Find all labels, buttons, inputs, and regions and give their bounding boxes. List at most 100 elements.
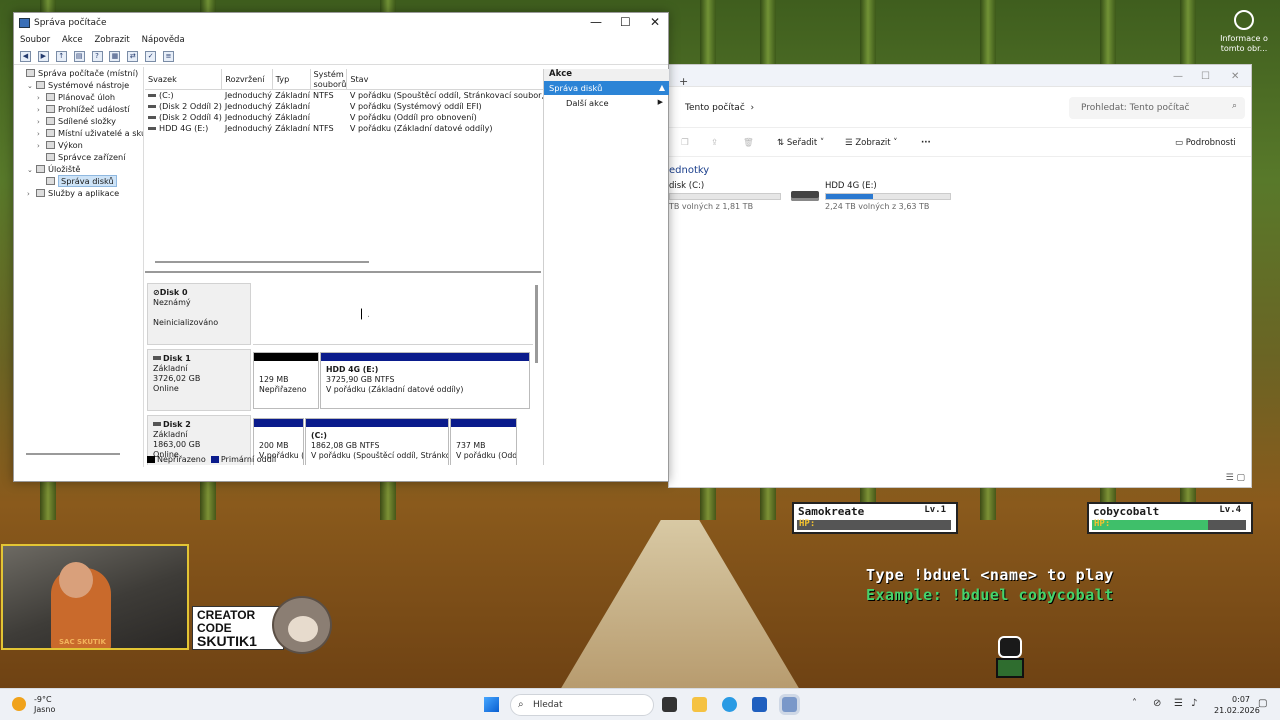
menu-file[interactable]: Soubor (20, 35, 50, 45)
player-hp-box: Samokreate Lv.1 HP: (792, 502, 958, 534)
volume-row[interactable]: (Disk 2 Oddíl 2) Jednoduchý Základní V pořá… (145, 101, 544, 112)
volume-row[interactable]: HDD 4G (E:) Jednoduchý Základní NTFS V pořád… (145, 123, 544, 134)
more-button[interactable]: ··· (921, 138, 931, 148)
start-button[interactable] (484, 697, 499, 712)
partition[interactable]: (C:) 1862,08 GB NTFS V pořádku (Spouštěcí … (305, 418, 449, 465)
list-icon[interactable]: ≡ (163, 51, 174, 62)
drive-c[interactable]: disk (C:) TB volných z 1,81 TB (669, 181, 781, 211)
volume-hscrollbar[interactable] (155, 261, 369, 263)
edge-icon[interactable] (722, 697, 737, 712)
maximize-icon[interactable]: ☐ (620, 15, 631, 29)
close-icon[interactable]: ✕ (1231, 71, 1239, 82)
partition[interactable]: 737 MB V pořádku (Oddí (450, 418, 517, 465)
up-folder-icon[interactable]: ↑ (55, 51, 67, 62)
maximize-icon[interactable]: ☐ (1201, 71, 1210, 82)
delete-icon[interactable]: 🗑 (743, 138, 754, 148)
properties-icon[interactable]: ▦ (109, 51, 121, 62)
volume-cell: NTFS (313, 123, 334, 133)
volume-cell: Základní (275, 90, 311, 101)
disk-info: Disk 1 Základní 3726,02 GB Online (147, 349, 251, 411)
tree-item[interactable]: ›Místní uživatelé a skupiny (14, 127, 143, 139)
check-icon[interactable]: ✓ (145, 51, 157, 62)
sock-monkey-icon (272, 596, 332, 654)
col-type[interactable]: Typ (272, 69, 311, 90)
forward-icon[interactable]: ▶ (37, 51, 49, 62)
close-icon[interactable]: ✕ (650, 15, 660, 29)
tree-item[interactable]: › Sdílené složky (14, 115, 143, 127)
drive-free: 2,24 TB volných z 3,63 TB (825, 202, 930, 211)
address-bar: Tento počítač › Prohledat: Tento počítač… (669, 93, 1251, 123)
store-icon[interactable] (752, 697, 767, 712)
tree-item[interactable]: Správce zařízení (14, 151, 143, 163)
tree-node-icon (46, 105, 55, 113)
minimize-icon[interactable]: — (1173, 71, 1183, 82)
tree-item[interactable]: Správa počítače (místní) (14, 67, 143, 79)
file-explorer-window: + — ☐ ✕ Tento počítač › Prohledat: Tento… (668, 64, 1252, 488)
taskbar-search[interactable]: ⌕ Hledat (510, 694, 654, 716)
tree-item[interactable]: Správa disků (14, 175, 143, 187)
volume-cell: Základní (275, 112, 311, 122)
breadcrumb[interactable]: Tento počítač › (685, 103, 754, 113)
show-tree-icon[interactable]: ▤ (73, 51, 85, 62)
drive-e[interactable]: HDD 4G (E:) 2,24 TB volných z 3,63 TB (791, 181, 951, 211)
col-status[interactable]: Stav (346, 69, 545, 90)
col-volume[interactable]: Svazek (145, 69, 223, 90)
game-instruction: Type !bduel <name> to play (866, 566, 1114, 584)
pirate-sprite-icon (990, 636, 1030, 680)
connect-icon[interactable]: ⇄ (127, 51, 139, 62)
copy-icon[interactable]: ❐ (681, 138, 689, 148)
actions-section-disk-management[interactable]: Správa disků ▲ (544, 81, 669, 95)
tree-item[interactable]: ⌄ Systémové nástroje (14, 79, 143, 91)
menu-view[interactable]: Zobrazit (94, 35, 129, 45)
col-layout[interactable]: Rozvržení (221, 69, 273, 90)
tree-item[interactable]: › Prohlížeč událostí (14, 103, 143, 115)
volume-row[interactable]: (C:) Jednoduchý Základní NTFS V pořádku (Spo… (145, 90, 544, 101)
network-off-icon[interactable]: ⊘ (1153, 698, 1161, 709)
help-icon[interactable]: ? (91, 51, 103, 62)
view-button[interactable]: ☰ Zobrazit ˅ (845, 138, 898, 148)
wifi-icon[interactable]: ☰ (1174, 698, 1183, 709)
volume-icon[interactable]: ♪ (1191, 698, 1197, 709)
sort-button[interactable]: ⇅ Seřadit ˅ (777, 138, 824, 148)
tree-item[interactable]: › Služby a aplikace (14, 187, 143, 199)
partition[interactable]: HDD 4G (E:) 3725,90 GB NTFS V pořádku (Zák… (320, 352, 530, 409)
new-tab-icon[interactable]: + (679, 75, 688, 88)
col-filesystem[interactable]: Systém souborů (310, 69, 348, 90)
view-toggle-icons[interactable]: ☰ ▢ (1226, 473, 1245, 483)
menu-action[interactable]: Akce (62, 35, 83, 45)
explorer-toolbar: ❐ ⇪ 🗑 ⇅ Seřadit ˅ ☰ Zobrazit ˅ ··· ▭ Pod… (669, 127, 1251, 157)
task-view-icon[interactable] (662, 697, 677, 712)
minimize-icon[interactable]: — (590, 15, 602, 29)
share-icon[interactable]: ⇪ (711, 138, 718, 148)
notifications-icon[interactable]: ▢ (1258, 698, 1267, 709)
volume-cell: (C:) (159, 90, 174, 101)
tree-hscrollbar[interactable] (26, 453, 120, 455)
more-actions[interactable]: Další akce ▶ (544, 95, 669, 109)
clock[interactable]: 0:07 21.02.2026 (1214, 694, 1260, 716)
disk-map-vscrollbar[interactable] (535, 285, 538, 363)
volume-row[interactable]: (Disk 2 Oddíl 4) Jednoduchý Základní V pořá… (145, 112, 544, 123)
search-icon: ⌕ (518, 699, 524, 710)
computer-management-icon[interactable] (782, 697, 797, 712)
desktop-info-icon[interactable]: Informace o tomto obr... (1216, 10, 1272, 54)
volume-cell: Základní (275, 123, 311, 133)
moon-icon (12, 697, 26, 711)
details-button[interactable]: ▭ Podrobnosti (1175, 138, 1236, 148)
tree-item[interactable]: › Výkon (14, 139, 143, 151)
back-icon[interactable]: ◀ (20, 51, 31, 62)
collapsed-chevron-icon[interactable]: › (27, 188, 36, 200)
hp-bar: HP: (1092, 519, 1246, 530)
tree-item[interactable]: ⌄ Úložiště (14, 163, 143, 175)
partition[interactable]: 129 MB Nepřiřazeno (253, 352, 319, 409)
tray-overflow-icon[interactable]: ˄ (1132, 698, 1137, 709)
file-explorer-icon[interactable] (692, 697, 707, 712)
search-input[interactable]: Prohledat: Tento počítač ⌕ (1069, 97, 1245, 119)
menu-help[interactable]: Nápověda (142, 35, 185, 45)
app-icon (19, 18, 30, 28)
volume-icon (148, 94, 156, 98)
pane-splitter[interactable] (145, 271, 541, 273)
player-name: Samokreate (798, 505, 865, 518)
volume-cell: (Disk 2 Oddíl 2) (159, 101, 222, 111)
tree-item[interactable]: › Plánovač úloh (14, 91, 143, 103)
drive-usage-bar (825, 193, 951, 200)
